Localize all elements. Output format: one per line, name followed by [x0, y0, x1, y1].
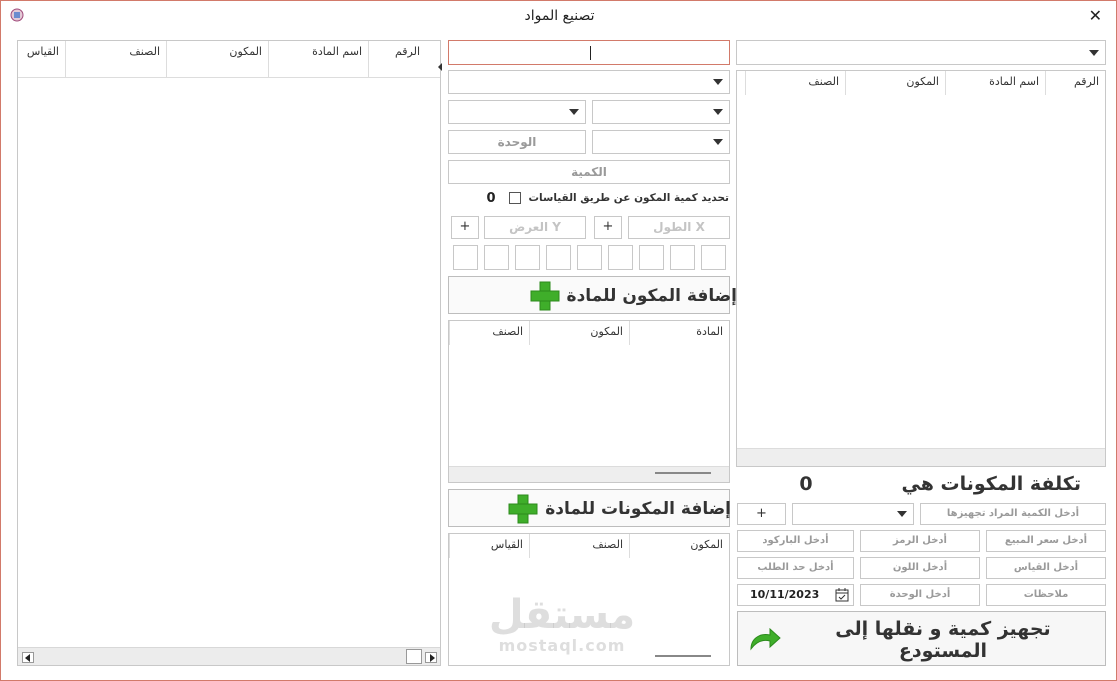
col-header-component[interactable]: المكون [166, 41, 268, 77]
width-input[interactable]: العرض Y [484, 216, 586, 239]
notes-input[interactable]: ملاحظات [986, 584, 1106, 606]
window-title: تصنيع المواد [524, 8, 595, 24]
measure-cell[interactable] [701, 245, 726, 270]
components-grid-header: المادة المكون الصنف [449, 321, 729, 345]
measure-cell[interactable] [484, 245, 509, 270]
width-add-button[interactable]: + [451, 216, 479, 239]
col-header-category[interactable]: الصنف [65, 41, 166, 77]
plus-green-icon [508, 494, 538, 524]
chevron-down-icon [897, 511, 907, 517]
length-input[interactable]: الطول X [628, 216, 730, 239]
components-grid[interactable]: المادة المكون الصنف [448, 320, 730, 483]
col-header-measure[interactable]: القياس [449, 534, 529, 558]
col-header-number[interactable]: الرقم [368, 41, 426, 77]
sale-price-input[interactable]: أدخل سعر المبيع [986, 530, 1106, 552]
chevron-down-icon [713, 139, 723, 145]
chevron-down-icon [713, 79, 723, 85]
scroll-left-icon[interactable] [22, 652, 34, 663]
items-grid-header: الرقم اسم المادة المكون الصنف القياس [18, 41, 440, 77]
col-header-component[interactable]: المكون [529, 321, 629, 345]
components-grid-footer [449, 466, 729, 482]
col-header-measure[interactable]: القياس [18, 41, 65, 77]
measure-value: 0 [486, 191, 496, 206]
prepare-qty-input[interactable]: أدخل الكمية المراد تجهيزها [920, 503, 1106, 525]
date-picker[interactable]: 10/11/2023 [737, 584, 854, 606]
barcode-input[interactable]: أدخل الباركود [737, 530, 854, 552]
prepare-transfer-button[interactable]: تجهيز كمية و نقلها إلى المستودع [737, 611, 1106, 666]
measure-cell[interactable] [608, 245, 633, 270]
scrollbar-thumb[interactable] [655, 655, 711, 657]
col-header-number[interactable]: الرقم [1045, 71, 1105, 95]
cost-value: 0 [799, 473, 813, 495]
scroll-thumb[interactable] [406, 649, 422, 664]
measure-cell[interactable] [670, 245, 695, 270]
order-limit-input[interactable]: أدخل حد الطلب [737, 557, 854, 579]
add-components-button[interactable]: إضافة المكونات للمادة [448, 489, 731, 527]
prepare-add-button[interactable]: + [737, 503, 786, 525]
measure-input[interactable]: أدخل القياس [986, 557, 1106, 579]
add-component-button[interactable]: إضافة المكون للمادة [448, 276, 737, 314]
col-header-component[interactable]: المكون [845, 71, 945, 95]
col-header-category[interactable]: الصنف [529, 534, 629, 558]
chevron-down-icon [1089, 49, 1099, 56]
search-input[interactable] [448, 40, 730, 65]
measure-cell[interactable] [546, 245, 571, 270]
material-select[interactable] [448, 70, 730, 94]
horizontal-scrollbar[interactable] [18, 647, 440, 665]
arrow-curve-icon [750, 627, 781, 651]
scroll-right-icon[interactable] [425, 652, 437, 663]
app-window: تصنيع المواد ✕ الرقم اسم المادة المكون ا… [0, 0, 1117, 681]
measure-checkbox-row[interactable]: تحديد كمية المكون عن طريق القياسات [508, 192, 729, 208]
materials-grid-header: الرقم اسم المادة المكون الصنف [737, 71, 1105, 95]
scrollbar-thumb[interactable] [655, 472, 711, 474]
category-select-right[interactable] [592, 100, 730, 124]
prepare-unit-select[interactable] [792, 503, 914, 525]
col-header-category[interactable]: الصنف [745, 71, 845, 95]
add-components-label: إضافة المكونات للمادة [545, 499, 731, 519]
category-select-left[interactable] [448, 100, 586, 124]
watermark: مستقل mostaql.com [487, 593, 637, 655]
date-value: 10/11/2023 [750, 588, 820, 601]
chevron-down-icon [569, 109, 579, 115]
measure-cell[interactable] [515, 245, 540, 270]
watermark-arabic: مستقل [488, 592, 636, 638]
unit-select[interactable] [592, 130, 730, 154]
header-separator [18, 77, 440, 78]
measure-cell[interactable] [453, 245, 478, 270]
watermark-latin: mostaql.com [498, 636, 626, 655]
symbol-input[interactable]: أدخل الرمز [860, 530, 980, 552]
measure-cell[interactable] [639, 245, 664, 270]
col-header-category[interactable]: الصنف [449, 321, 529, 345]
length-add-button[interactable]: + [594, 216, 622, 239]
cost-label: تكلفة المكونات هي [901, 473, 1081, 495]
col-header-component[interactable]: المكون [629, 534, 729, 558]
measure-checkbox[interactable] [508, 192, 521, 204]
chevron-down-icon [713, 109, 723, 115]
calendar-icon[interactable] [835, 588, 849, 602]
col-header-material[interactable]: المادة [629, 321, 729, 345]
plus-green-icon [530, 281, 560, 311]
col-header-material-name[interactable]: اسم المادة [268, 41, 368, 77]
color-input[interactable]: أدخل اللون [860, 557, 980, 579]
close-icon[interactable]: ✕ [1089, 6, 1102, 26]
items-grid[interactable]: الرقم اسم المادة المكون الصنف القياس [17, 40, 442, 666]
material-combo[interactable] [736, 40, 1106, 65]
grid-scroll-area[interactable] [737, 448, 1105, 466]
measure-checkbox-label: تحديد كمية المكون عن طريق القياسات [528, 192, 730, 204]
measures-grid-header: المكون الصنف القياس [449, 534, 729, 558]
measure-cell[interactable] [577, 245, 602, 270]
quantity-input[interactable]: الكمية [448, 160, 730, 184]
text-cursor [590, 46, 591, 60]
add-component-label: إضافة المكون للمادة [566, 286, 737, 306]
materials-grid[interactable]: الرقم اسم المادة المكون الصنف [736, 70, 1106, 467]
prepare-transfer-label: تجهيز كمية و نقلها إلى المستودع [835, 618, 1051, 662]
col-header-material-name[interactable]: اسم المادة [945, 71, 1045, 95]
unit-input[interactable]: الوحدة [448, 130, 586, 154]
unit-field[interactable]: أدخل الوحدة [860, 584, 980, 606]
scroll-right-arrow[interactable] [438, 63, 442, 71]
